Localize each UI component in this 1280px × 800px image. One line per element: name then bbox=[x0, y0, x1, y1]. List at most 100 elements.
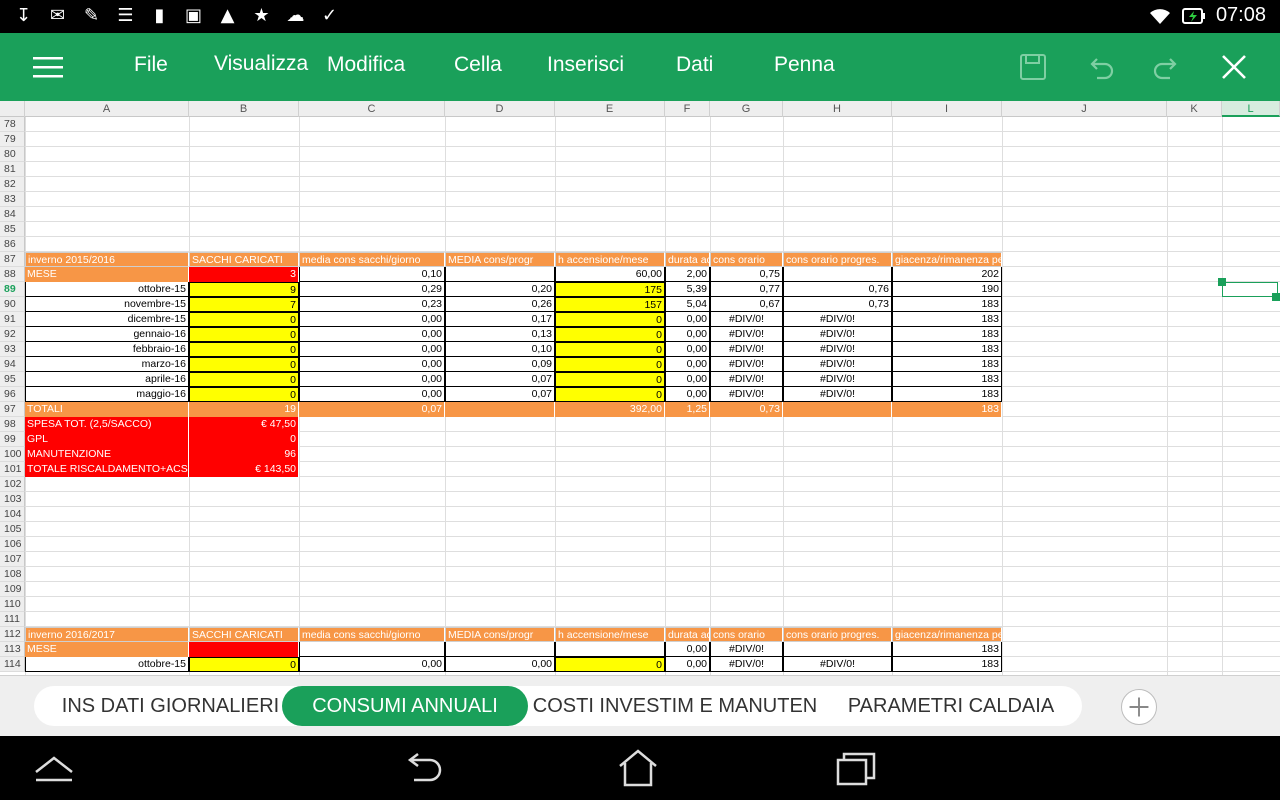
row-header[interactable]: 86 bbox=[0, 237, 25, 252]
input-cell[interactable]: 0 bbox=[555, 327, 665, 342]
data-cell[interactable]: #DIV/0! bbox=[710, 387, 783, 402]
selection-handle[interactable] bbox=[1218, 278, 1226, 286]
input-cell[interactable]: 0 bbox=[555, 312, 665, 327]
column-header-e[interactable]: E bbox=[555, 101, 665, 117]
select-all-corner[interactable] bbox=[0, 101, 25, 117]
totals-label-cell[interactable]: TOTALI bbox=[25, 402, 189, 417]
data-cell[interactable]: #DIV/0! bbox=[783, 372, 892, 387]
add-sheet-icon[interactable] bbox=[1121, 689, 1157, 725]
row-header[interactable]: 104 bbox=[0, 507, 25, 522]
data-cell[interactable]: #DIV/0! bbox=[710, 327, 783, 342]
data-cell[interactable]: 0,09 bbox=[445, 357, 555, 372]
data-cell[interactable]: #DIV/0! bbox=[783, 342, 892, 357]
month-cell[interactable]: maggio-16 bbox=[25, 387, 189, 402]
row-header[interactable]: 102 bbox=[0, 477, 25, 492]
data-cell[interactable]: #DIV/0! bbox=[710, 372, 783, 387]
data-cell[interactable]: 0,00 bbox=[299, 357, 445, 372]
cost-value-cell[interactable]: € 47,50 bbox=[189, 417, 299, 432]
row-header[interactable]: 98 bbox=[0, 417, 25, 432]
data-cell[interactable]: 183 bbox=[892, 372, 1002, 387]
table-header-cell[interactable]: SACCHI CARICATI bbox=[189, 252, 299, 267]
data-cell[interactable]: 5,39 bbox=[665, 282, 710, 297]
input-cell[interactable]: 7 bbox=[189, 297, 299, 312]
data-cell[interactable]: 0,00 bbox=[299, 312, 445, 327]
selected-cell[interactable] bbox=[1222, 282, 1278, 297]
data-cell[interactable]: 0,75 bbox=[710, 267, 783, 282]
month-cell[interactable]: aprile-16 bbox=[25, 372, 189, 387]
redo-icon[interactable] bbox=[1150, 50, 1184, 84]
data-cell[interactable]: 0,00 bbox=[299, 372, 445, 387]
input-cell[interactable]: 0 bbox=[555, 387, 665, 402]
data-cell[interactable]: 0,07 bbox=[445, 387, 555, 402]
save-icon[interactable] bbox=[1016, 50, 1050, 84]
table-header-cell[interactable]: inverno 2016/2017 bbox=[25, 627, 189, 642]
row-header[interactable]: 94 bbox=[0, 357, 25, 372]
data-cell[interactable]: 0,73 bbox=[783, 297, 892, 312]
row-header[interactable]: 93 bbox=[0, 342, 25, 357]
back-icon[interactable] bbox=[400, 748, 444, 788]
data-cell[interactable]: 183 bbox=[892, 642, 1002, 657]
data-cell[interactable] bbox=[445, 267, 555, 282]
data-cell[interactable]: #DIV/0! bbox=[783, 357, 892, 372]
menu-modifica[interactable]: Modifica bbox=[327, 53, 405, 77]
row-header[interactable]: 82 bbox=[0, 177, 25, 192]
row-header[interactable]: 95 bbox=[0, 372, 25, 387]
data-cell[interactable]: 190 bbox=[892, 282, 1002, 297]
row-header[interactable]: 111 bbox=[0, 612, 25, 627]
row-header[interactable]: 112 bbox=[0, 627, 25, 642]
row-header[interactable]: 97 bbox=[0, 402, 25, 417]
row-header[interactable]: 85 bbox=[0, 222, 25, 237]
data-cell[interactable]: 0,17 bbox=[445, 312, 555, 327]
table-header-cell[interactable]: giacenza/rimanenza pellet bbox=[892, 252, 1002, 267]
row-header[interactable]: 105 bbox=[0, 522, 25, 537]
input-cell[interactable]: 0 bbox=[189, 327, 299, 342]
row-header[interactable]: 100 bbox=[0, 447, 25, 462]
input-cell[interactable]: 0 bbox=[189, 657, 299, 672]
close-icon[interactable] bbox=[1217, 50, 1251, 84]
data-cell[interactable]: 0,00 bbox=[299, 387, 445, 402]
table-header-cell[interactable]: giacenza/rimanenza pellet bbox=[892, 627, 1002, 642]
cost-label-cell[interactable]: SPESA TOT. (2,5/SACCO) bbox=[25, 417, 189, 432]
menu-dati[interactable]: Dati bbox=[676, 53, 713, 77]
sacchi-cell[interactable]: 3 bbox=[189, 267, 299, 282]
data-cell[interactable]: 183 bbox=[892, 657, 1002, 672]
menu-inserisci[interactable]: Inserisci bbox=[547, 53, 624, 77]
row-header[interactable]: 99 bbox=[0, 432, 25, 447]
totals-cell[interactable]: 183 bbox=[892, 402, 1002, 417]
data-cell[interactable]: 183 bbox=[892, 342, 1002, 357]
data-cell[interactable]: 0,00 bbox=[665, 372, 710, 387]
data-cell[interactable]: 0,00 bbox=[665, 342, 710, 357]
input-cell[interactable]: 0 bbox=[189, 372, 299, 387]
row-header[interactable]: 79 bbox=[0, 132, 25, 147]
sheet-tab-ins-dati-giornalieri[interactable]: INS DATI GIORNALIERI bbox=[58, 686, 283, 726]
data-cell[interactable]: 0,00 bbox=[665, 357, 710, 372]
cost-label-cell[interactable]: GPL bbox=[25, 432, 189, 447]
data-cell[interactable]: 0,13 bbox=[445, 327, 555, 342]
row-header[interactable]: 90 bbox=[0, 297, 25, 312]
table-header-cell[interactable]: h accensione/mese bbox=[555, 252, 665, 267]
table-header-cell[interactable]: durata acc.media/gg bbox=[665, 627, 710, 642]
undo-icon[interactable] bbox=[1083, 50, 1117, 84]
data-cell[interactable] bbox=[555, 642, 665, 657]
month-cell[interactable]: novembre-15 bbox=[25, 297, 189, 312]
collapse-up-icon[interactable] bbox=[32, 748, 76, 788]
menu-visualizza[interactable]: Visualizza bbox=[214, 52, 308, 76]
data-cell[interactable]: 0,00 bbox=[665, 387, 710, 402]
sheet-tab-costi-investim-e-manuten[interactable]: COSTI INVESTIM E MANUTEN bbox=[530, 686, 820, 726]
column-header-i[interactable]: I bbox=[892, 101, 1002, 117]
row-header[interactable]: 88 bbox=[0, 267, 25, 282]
menu-penna[interactable]: Penna bbox=[774, 53, 835, 77]
row-header[interactable]: 92 bbox=[0, 327, 25, 342]
data-cell[interactable]: 0,29 bbox=[299, 282, 445, 297]
table-header-cell[interactable]: media cons sacchi/giorno bbox=[299, 627, 445, 642]
data-cell[interactable]: 0,10 bbox=[299, 267, 445, 282]
totals-cell[interactable] bbox=[445, 402, 555, 417]
input-cell[interactable]: 0 bbox=[555, 342, 665, 357]
data-cell[interactable]: 202 bbox=[892, 267, 1002, 282]
data-cell[interactable]: 0,00 bbox=[665, 312, 710, 327]
row-header[interactable]: 110 bbox=[0, 597, 25, 612]
table-header-cell[interactable]: cons orario bbox=[710, 627, 783, 642]
data-cell[interactable]: 0,00 bbox=[665, 642, 710, 657]
totals-cell[interactable]: 0,73 bbox=[710, 402, 783, 417]
row-header[interactable]: 78 bbox=[0, 117, 25, 132]
